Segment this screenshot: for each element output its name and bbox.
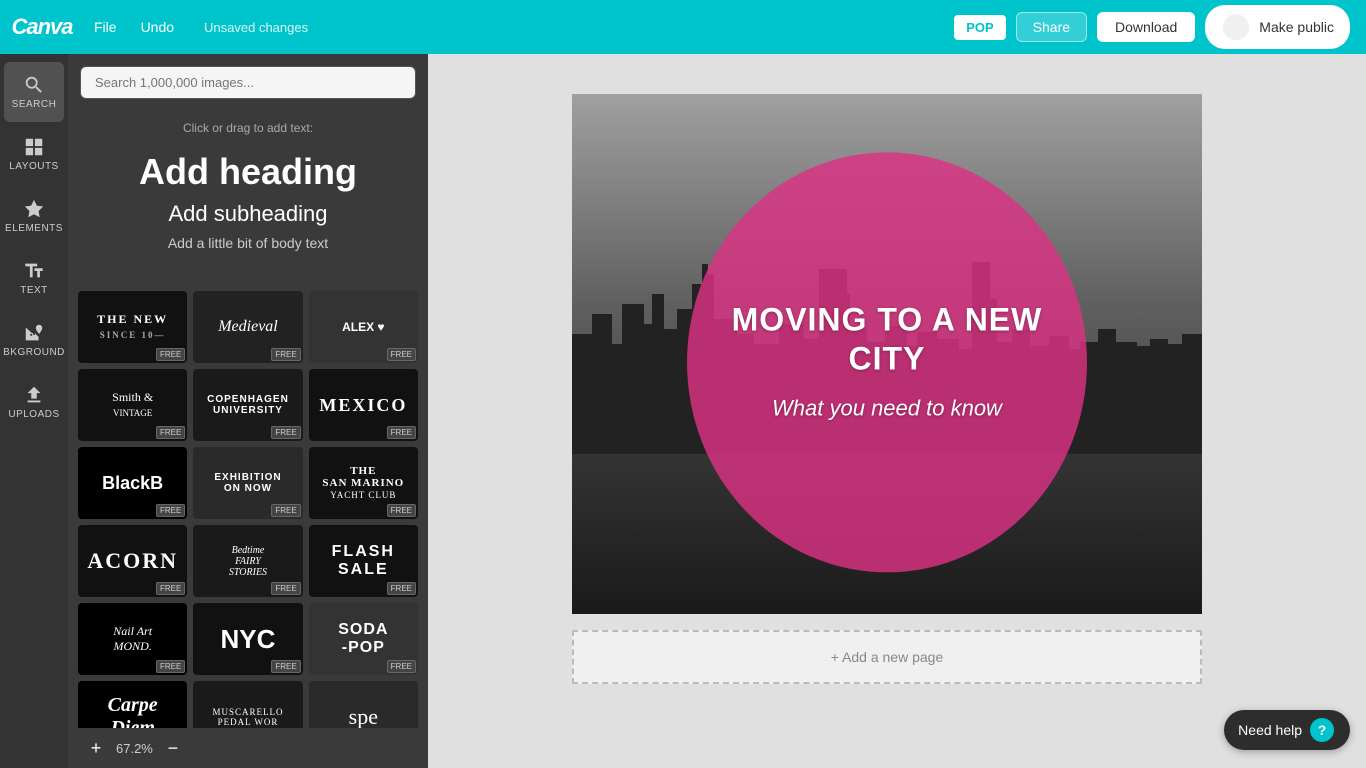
add-body-button[interactable]: Add a little bit of body text [84,231,412,255]
list-item[interactable]: NYC FREE [193,603,302,675]
list-item[interactable]: SODA-POP FREE [309,603,418,675]
search-bar [68,54,428,111]
make-public-button[interactable]: Make public [1205,5,1350,49]
add-heading-button[interactable]: Add heading [84,147,412,197]
list-item[interactable]: ACORN FREE [78,525,187,597]
canvas-main-title: MOVING TO A NEW CITY [727,301,1047,378]
pop-badge[interactable]: POP [954,15,1005,40]
zoom-out-button[interactable]: − [161,736,185,760]
sidebar-item-layouts[interactable]: LAYOUTS [4,124,64,184]
sidebar-bkground-label: BKGROUND [3,347,65,358]
sidebar-icons: SEARCH LAYOUTS ELEMENTS TEXT BKGROUND UP… [0,54,68,768]
sidebar-elements-label: ELEMENTS [5,223,63,234]
sidebar-item-bkground[interactable]: BKGROUND [4,310,64,370]
drag-hint: Click or drag to add text: [84,121,412,135]
zoom-in-button[interactable]: + [84,736,108,760]
topbar: Canva File Undo Unsaved changes POP Shar… [0,0,1366,54]
sidebar-search-label: SEARCH [12,99,57,110]
list-item[interactable]: BlackB FREE [78,447,187,519]
sidebar-item-text[interactable]: TEXT [4,248,64,308]
list-item[interactable]: COPENHAGENUNIVERSITY FREE [193,369,302,441]
undo-menu[interactable]: Undo [131,13,184,41]
design-canvas[interactable]: MOVING TO A NEW CITY What you need to kn… [572,94,1202,614]
add-subheading-button[interactable]: Add subheading [84,197,412,231]
list-item[interactable]: FLASHSALE FREE [309,525,418,597]
share-button[interactable]: Share [1016,12,1087,42]
topbar-menu: File Undo [84,13,184,41]
text-section: Click or drag to add text: Add heading A… [68,111,428,265]
sidebar-uploads-label: UPLOADS [8,409,59,420]
canva-logo[interactable]: Canva [16,11,68,43]
list-item[interactable]: ALEX ♥ FREE [309,291,418,363]
add-page-label: + Add a new page [831,649,944,665]
sidebar-item-search[interactable]: SEARCH [4,62,64,122]
sidebar-item-elements[interactable]: ELEMENTS [4,186,64,246]
sidebar-item-uploads[interactable]: UPLOADS [4,372,64,432]
add-page-button[interactable]: + Add a new page [572,630,1202,684]
canvas-overlay-circle: MOVING TO A NEW CITY What you need to kn… [687,152,1087,572]
download-button[interactable]: Download [1097,12,1195,42]
zoom-bar: + 67.2% − [68,728,428,768]
list-item[interactable]: ExhibitionOn Now FREE [193,447,302,519]
unsaved-changes: Unsaved changes [204,20,308,35]
list-item[interactable]: THE NEWSINCE 10— FREE [78,291,187,363]
list-item[interactable]: MEXICO FREE [309,369,418,441]
need-help-label: Need help [1238,722,1302,738]
list-item[interactable]: BedtimeFAIRYSTORIES FREE [193,525,302,597]
list-item[interactable]: Nail ArtMOND. FREE [78,603,187,675]
sidebar-layouts-label: LAYOUTS [9,161,58,172]
search-input[interactable] [80,66,416,99]
zoom-level: 67.2% [116,741,153,756]
font-grid: THE NEWSINCE 10— FREE Medieval FREE ALEX… [68,285,428,768]
list-item[interactable]: THESAN MARINOYACHT CLUB FREE [309,447,418,519]
file-menu[interactable]: File [84,13,127,41]
canvas-area: 1 [428,54,1366,768]
topbar-right: POP Share Download Make public [954,5,1350,49]
need-help-button[interactable]: Need help ? [1224,710,1350,750]
sidebar-text-label: TEXT [20,285,48,296]
list-item[interactable]: Medieval FREE [193,291,302,363]
help-icon: ? [1310,718,1334,742]
panel: Click or drag to add text: Add heading A… [68,54,428,768]
main-area: SEARCH LAYOUTS ELEMENTS TEXT BKGROUND UP… [0,54,1366,768]
avatar [1221,12,1251,42]
list-item[interactable]: Smith &VINTAGE FREE [78,369,187,441]
canvas-subtitle: What you need to know [772,393,1002,424]
